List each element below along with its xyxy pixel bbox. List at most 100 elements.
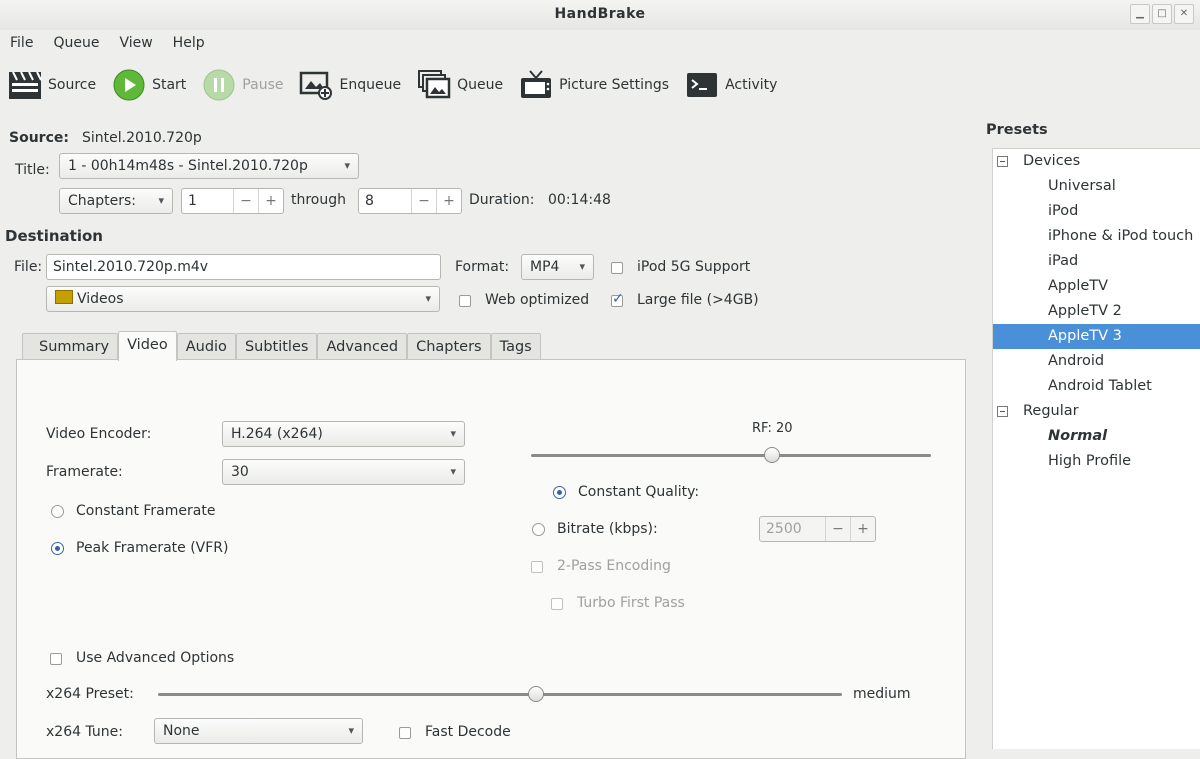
preset-item-label: Universal	[1048, 178, 1116, 194]
two-pass-checkbox[interactable]	[531, 561, 543, 573]
format-combo[interactable]: MP4 ▾	[521, 254, 594, 280]
queue-button[interactable]: Queue	[417, 68, 503, 102]
rf-value-label: RF: 20	[752, 421, 793, 436]
preset-item-label: AppleTV 2	[1048, 303, 1122, 319]
x264-tune-combo[interactable]: None ▾	[154, 718, 363, 744]
file-label: File:	[14, 259, 43, 275]
pause-button[interactable]: Pause	[202, 68, 283, 102]
video-encoder-combo[interactable]: H.264 (x264) ▾	[222, 421, 465, 447]
preset-item-ipad[interactable]: iPad	[993, 249, 1200, 274]
tab-audio[interactable]: Audio	[176, 333, 236, 360]
constant-quality-radio[interactable]	[553, 486, 566, 499]
minimize-icon[interactable]: ▁	[1130, 4, 1150, 24]
preset-item-label: iPod	[1048, 203, 1079, 219]
destination-heading: Destination	[5, 227, 103, 245]
rf-slider-handle[interactable]	[764, 447, 780, 463]
plus-icon[interactable]: +	[436, 189, 461, 213]
peak-framerate-label: Peak Framerate (VFR)	[76, 540, 229, 556]
preset-item-normal[interactable]: Normal	[993, 424, 1200, 449]
turbo-first-pass-checkbox[interactable]	[551, 598, 563, 610]
large-file-checkbox[interactable]	[611, 291, 624, 307]
tv-icon	[519, 68, 553, 102]
preset-item-universal[interactable]: Universal	[993, 174, 1200, 199]
use-advanced-label: Use Advanced Options	[76, 650, 235, 666]
x264-tune-label: x264 Tune:	[46, 724, 123, 740]
preset-group-devices[interactable]: Devices	[993, 149, 1200, 174]
minus-icon[interactable]: −	[411, 189, 436, 213]
picture-settings-label: Picture Settings	[559, 77, 670, 93]
source-label: Source	[48, 77, 97, 93]
preset-item-iphone-ipod-touch[interactable]: iPhone & iPod touch	[993, 224, 1200, 249]
chapters-mode-combo[interactable]: Chapters: ▾	[59, 188, 173, 214]
peak-framerate-radio[interactable]	[51, 542, 64, 555]
chevron-down-icon: ▾	[450, 465, 456, 478]
bitrate-value: 2500	[766, 521, 802, 537]
chapters-mode-value: Chapters:	[68, 193, 136, 209]
toolbar: Source Start Pause Enqueue Queue Picture…	[8, 64, 793, 106]
preset-item-high-profile[interactable]: High Profile	[993, 449, 1200, 474]
plus-icon[interactable]: +	[850, 517, 875, 541]
title-bar: HandBrake ▁ □ ✕	[0, 0, 1200, 30]
menu-help[interactable]: Help	[163, 32, 215, 54]
use-advanced-checkbox[interactable]	[50, 653, 62, 665]
tab-tags[interactable]: Tags	[490, 333, 541, 360]
tab-advanced[interactable]: Advanced	[317, 333, 408, 360]
preset-item-ipod[interactable]: iPod	[993, 199, 1200, 224]
collapse-icon[interactable]	[997, 406, 1008, 417]
tab-video[interactable]: Video	[118, 331, 177, 361]
folder-combo[interactable]: Videos ▾	[46, 286, 440, 312]
chapter-end-stepper[interactable]: 8 − +	[358, 188, 462, 214]
maximize-icon[interactable]: □	[1152, 4, 1172, 24]
minus-icon[interactable]: −	[825, 517, 850, 541]
constant-quality-label: Constant Quality:	[578, 484, 700, 500]
picture-settings-button[interactable]: Picture Settings	[519, 68, 669, 102]
fast-decode-checkbox[interactable]	[399, 727, 411, 739]
activity-button[interactable]: Activity	[685, 68, 777, 102]
two-pass-label: 2-Pass Encoding	[557, 558, 671, 574]
minus-icon[interactable]: −	[233, 189, 258, 213]
x264-preset-slider-handle[interactable]	[528, 686, 544, 702]
framerate-combo[interactable]: 30 ▾	[222, 459, 465, 485]
preset-item-android-tablet[interactable]: Android Tablet	[993, 374, 1200, 399]
tab-chapters[interactable]: Chapters	[407, 333, 491, 360]
start-button[interactable]: Start	[112, 68, 186, 102]
preset-item-appletv[interactable]: AppleTV	[993, 274, 1200, 299]
video-encoder-value: H.264 (x264)	[231, 426, 323, 442]
bitrate-stepper[interactable]: 2500 − +	[759, 516, 876, 542]
queue-label: Queue	[457, 77, 504, 93]
source-button[interactable]: Source	[8, 68, 96, 102]
chapter-start-stepper[interactable]: 1 − +	[181, 188, 284, 214]
pause-label: Pause	[242, 77, 284, 93]
rf-slider-track[interactable]	[531, 454, 931, 457]
ipod-5g-checkbox[interactable]	[611, 262, 623, 274]
preset-item-appletv-2[interactable]: AppleTV 2	[993, 299, 1200, 324]
collapse-icon[interactable]	[997, 156, 1008, 167]
file-input[interactable]: Sintel.2010.720p.m4v	[46, 254, 441, 280]
duration-label: Duration:	[469, 192, 535, 208]
menu-file[interactable]: File	[0, 32, 43, 54]
enqueue-button[interactable]: Enqueue	[299, 68, 401, 102]
duration-value: 00:14:48	[548, 192, 611, 208]
chevron-down-icon: ▾	[158, 194, 164, 207]
preset-item-label: Android Tablet	[1048, 378, 1152, 394]
preset-item-appletv-3[interactable]: AppleTV 3	[993, 324, 1200, 349]
close-icon[interactable]: ✕	[1174, 4, 1194, 24]
format-label: Format:	[455, 259, 510, 275]
constant-framerate-radio[interactable]	[51, 505, 64, 518]
tab-summary[interactable]: Summary	[22, 333, 119, 360]
x264-preset-slider-track[interactable]	[158, 693, 842, 696]
web-optimized-checkbox[interactable]	[459, 295, 471, 307]
source-label-heading: Source:	[9, 130, 69, 146]
title-combo[interactable]: 1 - 00h14m48s - Sintel.2010.720p ▾	[59, 153, 359, 179]
preset-item-android[interactable]: Android	[993, 349, 1200, 374]
preset-group-regular[interactable]: Regular	[993, 399, 1200, 424]
activity-label: Activity	[725, 77, 778, 93]
x264-preset-label: x264 Preset:	[46, 686, 134, 702]
menu-queue[interactable]: Queue	[43, 32, 109, 54]
presets-tree: Devices Universal iPod iPhone & iPod tou…	[992, 148, 1200, 749]
plus-icon[interactable]: +	[258, 189, 283, 213]
tab-subtitles[interactable]: Subtitles	[235, 333, 318, 360]
menu-view[interactable]: View	[109, 32, 162, 54]
web-optimized-label: Web optimized	[485, 292, 590, 308]
bitrate-radio[interactable]	[532, 523, 545, 536]
